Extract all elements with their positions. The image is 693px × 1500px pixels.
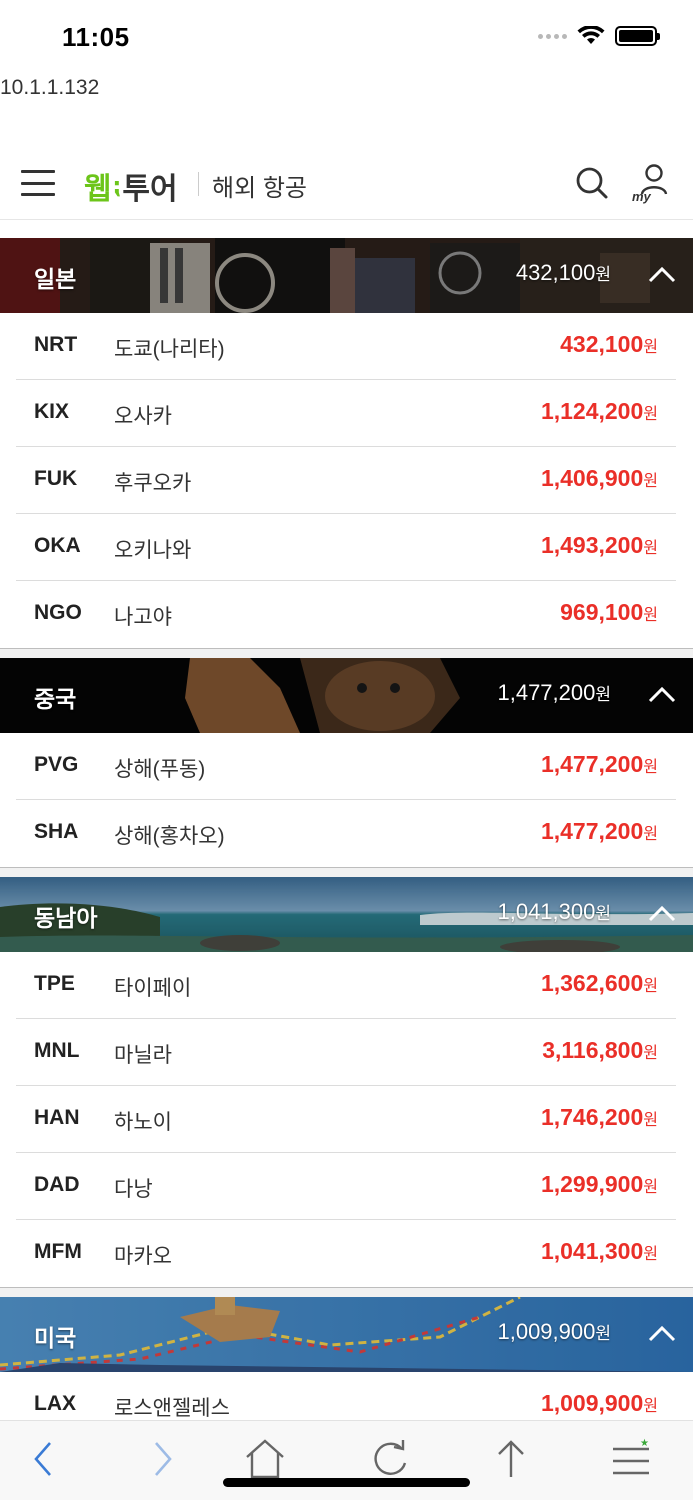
battery-icon (615, 26, 660, 46)
route-row[interactable]: NGO 나고야 969,100원 (16, 581, 676, 648)
city-name: 나고야 (114, 606, 172, 629)
section-header-japan[interactable]: 일본 432,100원 (0, 238, 693, 313)
airport-code: HAN (34, 1106, 80, 1129)
airport-code: NGO (34, 601, 82, 624)
city-name: 상해(푸동) (114, 758, 206, 781)
section-min-price: 1,009,900원 (497, 1319, 611, 1344)
city-name: 타이페이 (114, 977, 192, 1000)
section-min-price: 432,100원 (515, 260, 611, 285)
browser-toolbar: ★ (0, 1420, 693, 1500)
chevron-up-icon[interactable] (647, 684, 677, 704)
route-price: 1,406,900원 (540, 465, 658, 491)
city-name: 후쿠오카 (114, 472, 192, 495)
signal-icon (538, 33, 567, 39)
route-price: 1,477,200원 (540, 751, 658, 777)
route-price: 1,746,200원 (540, 1104, 658, 1130)
section-min-price: 1,477,200원 (497, 680, 611, 705)
forward-icon[interactable] (140, 1437, 184, 1481)
section-header-southeast-asia[interactable]: 동남아 1,041,300원 (0, 877, 693, 952)
wifi-icon (577, 26, 605, 44)
city-name: 마닐라 (114, 1044, 172, 1067)
page-title: 해외 항공 (212, 175, 307, 202)
airport-code: SHA (34, 820, 79, 843)
logo[interactable]: 웹 ⁏ 투어 (84, 164, 178, 208)
section-min-price: 1,041,300원 (497, 899, 611, 924)
route-price: 432,100원 (560, 331, 658, 357)
back-icon[interactable] (22, 1437, 66, 1481)
city-name: 다낭 (114, 1178, 153, 1201)
chevron-up-icon[interactable] (647, 1323, 677, 1343)
route-price: 1,477,200원 (540, 818, 658, 844)
airport-code: LAX (34, 1392, 76, 1415)
route-row[interactable]: MFM 마카오 1,041,300원 (16, 1220, 676, 1287)
airport-code: TPE (34, 972, 75, 995)
route-row[interactable]: KIX 오사카 1,124,200원 (16, 380, 676, 447)
my-page-icon[interactable]: my (630, 162, 670, 204)
route-row[interactable]: TPE 타이페이 1,362,600원 (16, 952, 676, 1019)
svg-text:my: my (632, 189, 652, 204)
route-price: 1,299,900원 (540, 1171, 658, 1197)
status-bar: 11:05 (0, 0, 693, 70)
hamburger-menu-icon[interactable] (21, 170, 55, 196)
svg-text:★: ★ (640, 1438, 649, 1449)
url-text[interactable]: 10.1.1.132 (0, 76, 99, 100)
section-name: 동남아 (34, 905, 98, 931)
city-name: 도쿄(나리타) (114, 338, 225, 361)
section-divider (0, 1287, 693, 1297)
header-divider (198, 172, 199, 196)
route-price: 3,116,800원 (542, 1037, 658, 1063)
section-name: 미국 (34, 1325, 77, 1351)
city-name: 오사카 (114, 405, 172, 428)
reload-icon[interactable] (368, 1437, 412, 1481)
airport-code: OKA (34, 534, 81, 557)
search-icon[interactable] (575, 166, 609, 200)
route-row[interactable]: PVG 상해(푸동) 1,477,200원 (16, 733, 676, 800)
airport-code: PVG (34, 753, 79, 776)
logo-web: 웹 (84, 173, 112, 206)
city-name: 하노이 (114, 1111, 172, 1134)
airport-code: MNL (34, 1039, 80, 1062)
home-indicator (223, 1478, 470, 1487)
airport-code: MFM (34, 1240, 82, 1263)
route-row[interactable]: DAD 다낭 1,299,900원 (16, 1153, 676, 1220)
logo-dot-icon: ⁏ (112, 173, 122, 198)
share-icon[interactable] (489, 1437, 533, 1481)
city-name: 로스앤젤레스 (114, 1397, 230, 1420)
route-price: 1,493,200원 (540, 532, 658, 558)
city-name: 마카오 (114, 1245, 172, 1268)
home-icon[interactable] (243, 1437, 287, 1481)
route-row[interactable]: NRT 도쿄(나리타) 432,100원 (16, 313, 676, 380)
app-header: 웹 ⁏ 투어 해외 항공 my (0, 146, 693, 220)
city-name: 상해(홍차오) (114, 825, 225, 848)
route-row[interactable]: MNL 마닐라 3,116,800원 (16, 1019, 676, 1086)
route-row[interactable]: OKA 오키나와 1,493,200원 (16, 514, 676, 581)
airport-code: KIX (34, 400, 70, 423)
chevron-up-icon[interactable] (647, 264, 677, 284)
section-name: 일본 (34, 266, 77, 292)
route-price: 1,124,200원 (540, 398, 658, 424)
chevron-up-icon[interactable] (647, 903, 677, 923)
route-price: 1,009,900원 (540, 1390, 658, 1416)
route-row[interactable]: SHA 상해(홍차오) 1,477,200원 (16, 800, 676, 867)
status-time: 11:05 (62, 22, 130, 52)
section-divider (0, 648, 693, 658)
section-header-china[interactable]: 중국 1,477,200원 (0, 658, 693, 733)
airport-code: DAD (34, 1173, 80, 1196)
section-name: 중국 (34, 686, 77, 712)
airport-code: FUK (34, 467, 78, 490)
route-price: 969,100원 (560, 599, 658, 625)
city-name: 오키나와 (114, 539, 192, 562)
route-row[interactable]: FUK 후쿠오카 1,406,900원 (16, 447, 676, 514)
status-indicators (538, 26, 660, 46)
route-price: 1,362,600원 (540, 970, 658, 996)
section-divider (0, 867, 693, 877)
logo-tour: 투어 (122, 173, 178, 206)
route-row[interactable]: HAN 하노이 1,746,200원 (16, 1086, 676, 1153)
route-price: 1,041,300원 (540, 1238, 658, 1264)
section-header-usa[interactable]: 미국 1,009,900원 (0, 1297, 693, 1372)
airport-code: NRT (34, 333, 78, 356)
menu-icon[interactable]: ★ (609, 1437, 653, 1481)
